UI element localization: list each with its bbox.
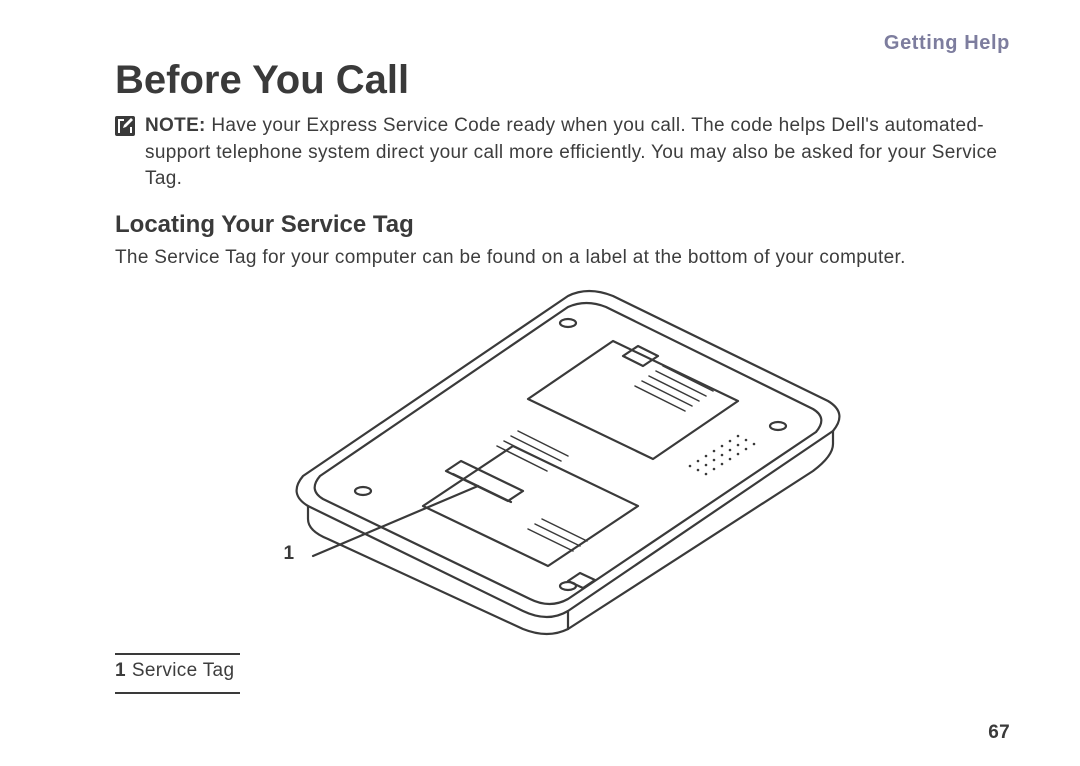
section-header: Getting Help <box>884 32 1010 55</box>
diagram-legend: 1 Service Tag <box>115 653 240 693</box>
laptop-bottom-illustration <box>268 281 868 641</box>
note-block: NOTE: Have your Express Service Code rea… <box>115 113 1020 193</box>
note-label: NOTE: <box>145 115 206 136</box>
note-text: NOTE: Have your Express Service Code rea… <box>145 113 1020 193</box>
page-number: 67 <box>988 722 1010 744</box>
note-body: Have your Express Service Code ready whe… <box>145 115 997 189</box>
page-title: Before You Call <box>115 58 1020 103</box>
legend-label: Service Tag <box>132 660 234 681</box>
subheading: Locating Your Service Tag <box>115 211 1020 239</box>
body-paragraph: The Service Tag for your computer can be… <box>115 245 1020 272</box>
diagram-callout-number: 1 <box>284 543 295 565</box>
note-icon <box>115 116 135 136</box>
service-tag-diagram: 1 <box>268 281 868 641</box>
legend-index: 1 <box>115 660 126 681</box>
manual-page: Getting Help Before You Call NOTE: Have … <box>0 0 1080 766</box>
